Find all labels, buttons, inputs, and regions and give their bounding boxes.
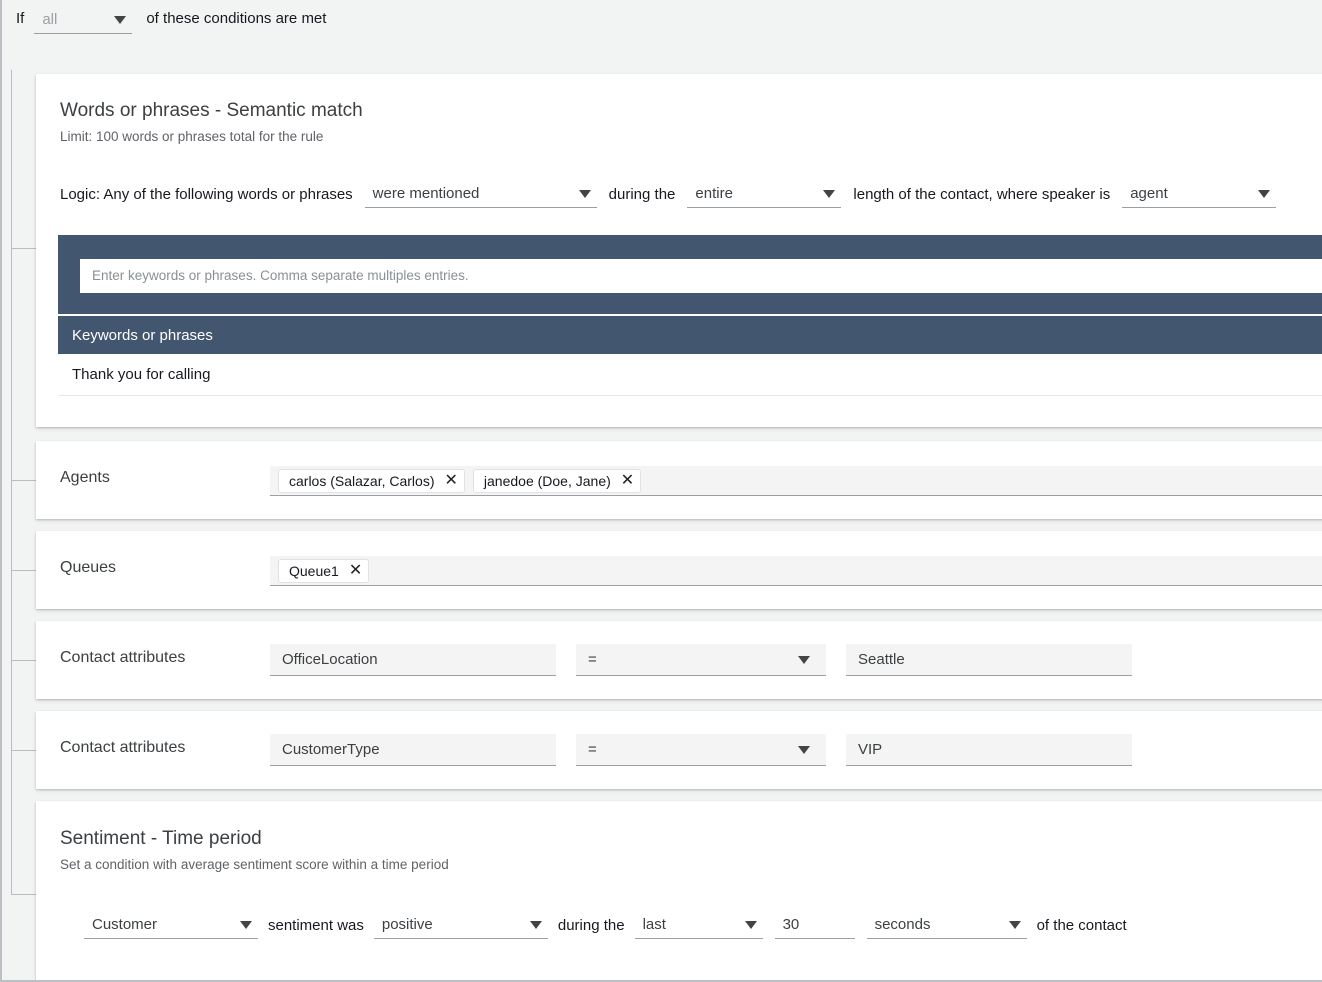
time-window-value: last (643, 916, 666, 933)
sentiment-card-heading: Sentiment - Time period Set a condition … (60, 826, 449, 875)
attribute-key-input[interactable]: CustomerType (270, 734, 556, 766)
match-type-value: all (42, 11, 57, 28)
condition-card-agents: Agents carlos (Salazar, Carlos) ✕ janedo… (36, 441, 1322, 519)
close-icon[interactable]: ✕ (349, 563, 362, 579)
condition-tree-tick (12, 248, 38, 249)
attribute-key-value: OfficeLocation (282, 651, 378, 668)
queues-token-field[interactable]: Queue1 ✕ (270, 556, 1322, 586)
if-label: If (16, 8, 24, 30)
agents-label: Agents (60, 469, 110, 487)
condition-tree-tick (12, 570, 38, 571)
chevron-down-icon (745, 921, 757, 929)
agent-token-label: janedoe (Doe, Jane) (484, 473, 611, 489)
sentiment-trailing-text: of the contact (1027, 917, 1137, 934)
attribute-key-input[interactable]: OfficeLocation (270, 644, 556, 676)
mention-condition-select[interactable]: were mentioned (365, 180, 597, 208)
card-subtitle: Limit: 100 words or phrases total for th… (60, 127, 363, 147)
duration-value: 30 (783, 916, 800, 933)
chevron-down-icon (1258, 190, 1270, 198)
sentiment-value: positive (382, 916, 433, 933)
attribute-operator-value: = (588, 651, 597, 668)
condition-tree-rail (11, 70, 12, 895)
sentiment-mid-text-2: during the (548, 917, 635, 934)
condition-card-words-or-phrases: Words or phrases - Semantic match Limit:… (36, 74, 1322, 427)
duration-scope-value: entire (695, 185, 733, 202)
condition-tree-tick (12, 660, 38, 661)
queue-token-label: Queue1 (289, 563, 339, 579)
participant-select[interactable]: Customer (84, 911, 258, 939)
time-unit-value: seconds (875, 916, 931, 933)
condition-card-contact-attributes-2: Contact attributes CustomerType = VIP (36, 711, 1322, 789)
attribute-value-input[interactable]: VIP (846, 734, 1132, 766)
attribute-operator-select[interactable]: = (576, 734, 826, 766)
card-title: Words or phrases - Semantic match (60, 98, 363, 124)
condition-tree-tick (12, 480, 38, 481)
duration-scope-select[interactable]: entire (687, 180, 841, 208)
contact-attributes-label: Contact attributes (60, 649, 185, 667)
conditions-match-bar: If all of these conditions are met (2, 0, 1322, 70)
keyword-table-body: Thank you for calling (58, 354, 1322, 398)
logic-prefix-text: Logic: Any of the following words or phr… (60, 186, 353, 203)
mention-condition-value: were mentioned (373, 185, 480, 202)
card-subtitle: Set a condition with average sentiment s… (60, 855, 449, 875)
time-unit-select[interactable]: seconds (867, 911, 1027, 939)
agent-token-label: carlos (Salazar, Carlos) (289, 473, 435, 489)
condition-tree-tick (12, 750, 38, 751)
sentiment-value-select[interactable]: positive (374, 911, 548, 939)
match-type-select[interactable]: all (34, 6, 132, 34)
close-icon[interactable]: ✕ (621, 473, 634, 489)
condition-card-contact-attributes-1: Contact attributes OfficeLocation = Seat… (36, 621, 1322, 699)
chevron-down-icon (1009, 921, 1021, 929)
keyword-input[interactable]: Enter keywords or phrases. Comma separat… (80, 259, 1322, 293)
chevron-down-icon (798, 746, 810, 754)
words-card-heading: Words or phrases - Semantic match Limit:… (60, 98, 363, 147)
sentiment-mid-text-1: sentiment was (258, 917, 374, 934)
attribute-value-input[interactable]: Seattle (846, 644, 1132, 676)
keyword-table-header-label: Keywords or phrases (72, 327, 213, 344)
queues-label: Queues (60, 559, 116, 577)
keyword-table: Keywords or phrases (58, 316, 1322, 354)
condition-card-sentiment: Sentiment - Time period Set a condition … (36, 801, 1322, 982)
chevron-down-icon (530, 921, 542, 929)
queue-token[interactable]: Queue1 ✕ (278, 559, 369, 583)
sentiment-condition-row: Customer sentiment was positive during t… (84, 911, 1137, 939)
chevron-down-icon (823, 190, 835, 198)
agents-token-field[interactable]: carlos (Salazar, Carlos) ✕ janedoe (Doe,… (270, 466, 1322, 496)
keyword-entry-panel: Enter keywords or phrases. Comma separat… (58, 235, 1322, 314)
keyword-input-placeholder: Enter keywords or phrases. Comma separat… (92, 259, 469, 293)
chevron-down-icon (240, 921, 252, 929)
agent-token[interactable]: janedoe (Doe, Jane) ✕ (473, 469, 641, 493)
speaker-select[interactable]: agent (1122, 180, 1276, 208)
time-window-select[interactable]: last (635, 911, 763, 939)
chevron-down-icon (798, 656, 810, 664)
participant-value: Customer (92, 916, 157, 933)
attribute-operator-value: = (588, 741, 597, 758)
attribute-value-text: VIP (858, 741, 882, 758)
speaker-value: agent (1130, 185, 1168, 202)
logic-row: Logic: Any of the following words or phr… (60, 180, 1276, 208)
duration-input[interactable]: 30 (775, 911, 855, 939)
logic-mid-text: during the (609, 186, 676, 203)
attribute-value-text: Seattle (858, 651, 905, 668)
condition-card-queues: Queues Queue1 ✕ (36, 531, 1322, 609)
attribute-key-value: CustomerType (282, 741, 380, 758)
contact-attributes-label: Contact attributes (60, 739, 185, 757)
card-title: Sentiment - Time period (60, 826, 449, 852)
attribute-operator-select[interactable]: = (576, 644, 826, 676)
logic-suffix-text: length of the contact, where speaker is (853, 186, 1110, 203)
keyword-table-header: Keywords or phrases (58, 316, 1322, 354)
rule-conditions-page: If all of these conditions are met Words… (0, 0, 1322, 982)
chevron-down-icon (579, 190, 591, 198)
keyword-value: Thank you for calling (72, 366, 210, 383)
table-row[interactable]: Thank you for calling (58, 354, 1322, 396)
condition-tree-tick (12, 894, 38, 895)
close-icon[interactable]: ✕ (445, 473, 458, 489)
conditions-met-text: of these conditions are met (146, 8, 326, 30)
chevron-down-icon (114, 16, 126, 24)
agent-token[interactable]: carlos (Salazar, Carlos) ✕ (278, 469, 465, 493)
